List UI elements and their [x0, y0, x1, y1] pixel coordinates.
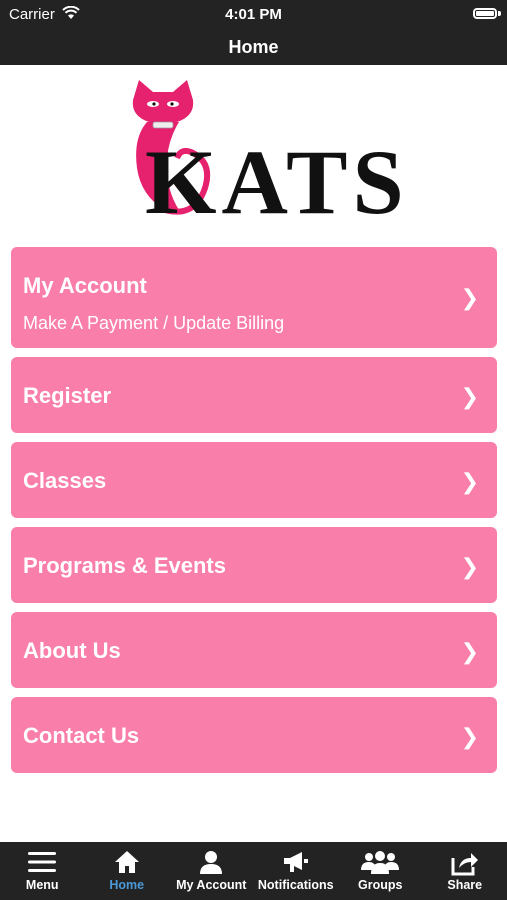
menu-item-programs-events[interactable]: Programs & Events ❯	[11, 527, 497, 603]
page-title: Home	[0, 30, 507, 65]
chevron-right-icon: ❯	[460, 724, 479, 749]
tab-label: Share	[447, 878, 483, 892]
tab-my-account[interactable]: My Account	[169, 842, 254, 900]
tab-label: Home	[109, 878, 145, 892]
menu-item-title: Contact Us	[23, 723, 140, 748]
menu-list: My Account Make A Payment / Update Billi…	[11, 247, 497, 782]
tab-bar: Menu Home My Account Notifications Group…	[0, 842, 507, 900]
tab-menu[interactable]: Menu	[0, 842, 85, 900]
hamburger-icon	[27, 850, 57, 879]
menu-item-title: Classes	[23, 468, 107, 493]
menu-item-title: Programs & Events	[23, 553, 226, 578]
tab-label: My Account	[176, 878, 247, 892]
house-icon	[114, 850, 140, 879]
chevron-right-icon: ❯	[460, 554, 479, 579]
chevron-right-icon: ❯	[460, 384, 479, 409]
tab-label: Groups	[358, 878, 403, 892]
menu-item-about-us[interactable]: About Us ❯	[11, 612, 497, 688]
person-icon	[198, 850, 224, 879]
megaphone-icon	[282, 850, 310, 879]
menu-item-my-account[interactable]: My Account Make A Payment / Update Billi…	[11, 247, 497, 348]
menu-item-register[interactable]: Register ❯	[11, 357, 497, 433]
tab-groups[interactable]: Groups	[338, 842, 423, 900]
chevron-right-icon: ❯	[460, 639, 479, 664]
menu-item-classes[interactable]: Classes ❯	[11, 442, 497, 518]
menu-item-contact-us[interactable]: Contact Us ❯	[11, 697, 497, 773]
group-icon	[360, 850, 400, 879]
battery-icon	[473, 8, 497, 19]
status-bar: Carrier 4:01 PM	[0, 0, 507, 30]
menu-item-title: About Us	[23, 638, 121, 663]
kats-logo: KATS	[125, 78, 404, 228]
share-icon	[451, 850, 479, 881]
logo-text: KATS	[145, 131, 409, 233]
menu-item-title: Register	[23, 383, 112, 408]
tab-label: Notifications	[257, 878, 334, 892]
chevron-right-icon: ❯	[460, 285, 479, 310]
battery-tip	[498, 11, 501, 16]
tab-label: Menu	[25, 878, 59, 892]
tab-home[interactable]: Home	[85, 842, 170, 900]
tab-notifications[interactable]: Notifications	[254, 842, 339, 900]
tab-share[interactable]: Share	[423, 842, 507, 900]
status-time: 4:01 PM	[225, 6, 282, 23]
menu-item-title: My Account	[23, 273, 147, 298]
menu-item-subtitle: Make A Payment / Update Billing	[23, 313, 285, 333]
chevron-right-icon: ❯	[460, 469, 479, 494]
